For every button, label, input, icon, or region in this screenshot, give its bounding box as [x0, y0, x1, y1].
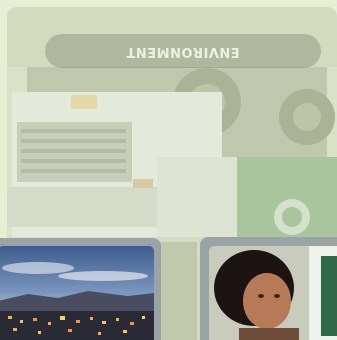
city-night-photo-icon: [0, 246, 154, 340]
page: ENVIRONMENT: [0, 0, 337, 340]
environment-banner-label: ENVIRONMENT: [126, 43, 240, 59]
city-tile[interactable]: [0, 238, 161, 340]
environment-banner[interactable]: ENVIRONMENT: [45, 34, 321, 68]
person-tile[interactable]: [200, 237, 337, 340]
city-photo-frame: [0, 246, 154, 340]
person-photo-frame: [209, 246, 337, 340]
person-photo-icon: [209, 246, 337, 340]
